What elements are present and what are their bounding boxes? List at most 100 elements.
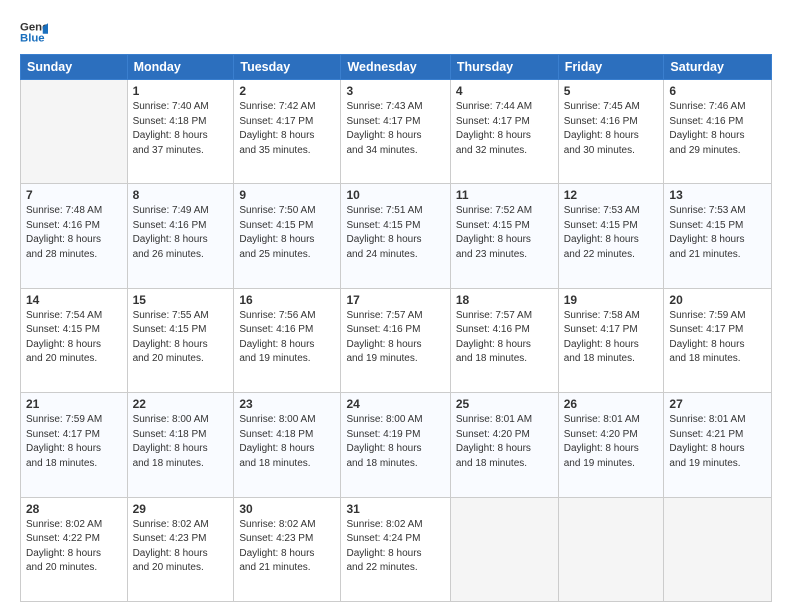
day-info: Sunrise: 7:57 AMSunset: 4:16 PMDaylight:… xyxy=(346,309,444,367)
week-row-2: 7 Sunrise: 7:48 AMSunset: 4:16 PMDaylight… xyxy=(21,184,772,288)
day-info: Sunrise: 8:01 AMSunset: 4:20 PMDaylight:… xyxy=(564,413,659,471)
day-number: 19 xyxy=(564,293,659,307)
calendar-cell: 13Sunrise: 7:53 AMSunset: 4:15 PMDayligh… xyxy=(664,184,772,288)
calendar-cell xyxy=(21,80,128,184)
week-row-5: 28 Sunrise: 8:02 AMSunset: 4:22 PMDayligh… xyxy=(21,497,772,601)
day-number: 8 xyxy=(133,188,229,202)
calendar-cell: 12 Sunrise: 7:53 AMSunset: 4:15 PMDayligh… xyxy=(558,184,664,288)
calendar-cell: 29Sunrise: 8:02 AMSunset: 4:23 PMDayligh… xyxy=(127,497,234,601)
day-info: Sunrise: 7:49 AMSunset: 4:16 PMDaylight:… xyxy=(133,204,229,262)
svg-text:Blue: Blue xyxy=(20,33,45,45)
calendar-cell: 31 Sunrise: 8:02 AMSunset: 4:24 PMDayligh… xyxy=(341,497,450,601)
day-number: 13 xyxy=(669,188,766,202)
calendar-cell: 2 Sunrise: 7:42 AMSunset: 4:17 PMDaylight… xyxy=(234,80,341,184)
calendar-cell: 21 Sunrise: 7:59 AMSunset: 4:17 PMDayligh… xyxy=(21,393,128,497)
logo: General Blue xyxy=(20,18,48,46)
day-info: Sunrise: 8:01 AMSunset: 4:20 PMDaylight:… xyxy=(456,413,553,471)
day-info: Sunrise: 8:00 AMSunset: 4:18 PMDaylight:… xyxy=(133,413,229,471)
day-number: 2 xyxy=(239,84,335,98)
day-number: 11 xyxy=(456,188,553,202)
calendar-cell: 9 Sunrise: 7:50 AMSunset: 4:15 PMDaylight… xyxy=(234,184,341,288)
calendar-cell: 26 Sunrise: 8:01 AMSunset: 4:20 PMDayligh… xyxy=(558,393,664,497)
day-info: Sunrise: 7:59 AMSunset: 4:17 PMDaylight:… xyxy=(26,413,122,471)
calendar-cell: 19 Sunrise: 7:58 AMSunset: 4:17 PMDayligh… xyxy=(558,288,664,392)
weekday-header-tuesday: Tuesday xyxy=(234,55,341,80)
day-info: Sunrise: 7:43 AMSunset: 4:17 PMDaylight:… xyxy=(346,100,444,158)
day-number: 7 xyxy=(26,188,122,202)
day-info: Sunrise: 8:02 AMSunset: 4:24 PMDaylight:… xyxy=(346,518,444,576)
day-info: Sunrise: 7:55 AMSunset: 4:15 PMDaylight:… xyxy=(133,309,229,367)
day-number: 25 xyxy=(456,397,553,411)
day-number: 5 xyxy=(564,84,659,98)
week-row-4: 21 Sunrise: 7:59 AMSunset: 4:17 PMDayligh… xyxy=(21,393,772,497)
weekday-header-thursday: Thursday xyxy=(450,55,558,80)
logo-icon: General Blue xyxy=(20,18,48,46)
day-info: Sunrise: 7:40 AMSunset: 4:18 PMDaylight:… xyxy=(133,100,229,158)
day-number: 26 xyxy=(564,397,659,411)
calendar-cell: 1 Sunrise: 7:40 AMSunset: 4:18 PMDaylight… xyxy=(127,80,234,184)
day-info: Sunrise: 8:01 AMSunset: 4:21 PMDaylight:… xyxy=(669,413,766,471)
day-info: Sunrise: 7:53 AMSunset: 4:15 PMDaylight:… xyxy=(564,204,659,262)
calendar-cell: 17 Sunrise: 7:57 AMSunset: 4:16 PMDayligh… xyxy=(341,288,450,392)
day-number: 28 xyxy=(26,502,122,516)
day-info: Sunrise: 8:02 AMSunset: 4:23 PMDaylight:… xyxy=(239,518,335,576)
day-number: 17 xyxy=(346,293,444,307)
day-number: 23 xyxy=(239,397,335,411)
calendar-cell: 23 Sunrise: 8:00 AMSunset: 4:18 PMDayligh… xyxy=(234,393,341,497)
calendar-cell: 4 Sunrise: 7:44 AMSunset: 4:17 PMDaylight… xyxy=(450,80,558,184)
day-number: 15 xyxy=(133,293,229,307)
weekday-header-row: SundayMondayTuesdayWednesdayThursdayFrid… xyxy=(21,55,772,80)
calendar-cell: 18Sunrise: 7:57 AMSunset: 4:16 PMDayligh… xyxy=(450,288,558,392)
calendar-cell: 3 Sunrise: 7:43 AMSunset: 4:17 PMDaylight… xyxy=(341,80,450,184)
day-number: 4 xyxy=(456,84,553,98)
calendar-cell: 22 Sunrise: 8:00 AMSunset: 4:18 PMDayligh… xyxy=(127,393,234,497)
header: General Blue xyxy=(20,18,772,46)
calendar-cell xyxy=(450,497,558,601)
day-info: Sunrise: 7:42 AMSunset: 4:17 PMDaylight:… xyxy=(239,100,335,158)
calendar-cell: 7 Sunrise: 7:48 AMSunset: 4:16 PMDaylight… xyxy=(21,184,128,288)
week-row-1: 1 Sunrise: 7:40 AMSunset: 4:18 PMDaylight… xyxy=(21,80,772,184)
day-info: Sunrise: 7:44 AMSunset: 4:17 PMDaylight:… xyxy=(456,100,553,158)
day-number: 16 xyxy=(239,293,335,307)
calendar-cell: 24 Sunrise: 8:00 AMSunset: 4:19 PMDayligh… xyxy=(341,393,450,497)
weekday-header-saturday: Saturday xyxy=(664,55,772,80)
day-number: 22 xyxy=(133,397,229,411)
calendar-cell: 25 Sunrise: 8:01 AMSunset: 4:20 PMDayligh… xyxy=(450,393,558,497)
calendar-cell: 20Sunrise: 7:59 AMSunset: 4:17 PMDayligh… xyxy=(664,288,772,392)
day-number: 21 xyxy=(26,397,122,411)
day-number: 27 xyxy=(669,397,766,411)
day-info: Sunrise: 8:00 AMSunset: 4:19 PMDaylight:… xyxy=(346,413,444,471)
day-number: 12 xyxy=(564,188,659,202)
weekday-header-friday: Friday xyxy=(558,55,664,80)
calendar-cell xyxy=(664,497,772,601)
day-info: Sunrise: 7:59 AMSunset: 4:17 PMDaylight:… xyxy=(669,309,766,367)
day-number: 14 xyxy=(26,293,122,307)
calendar-cell: 14 Sunrise: 7:54 AMSunset: 4:15 PMDayligh… xyxy=(21,288,128,392)
day-number: 10 xyxy=(346,188,444,202)
day-info: Sunrise: 7:57 AMSunset: 4:16 PMDaylight:… xyxy=(456,309,553,367)
day-number: 6 xyxy=(669,84,766,98)
day-info: Sunrise: 8:02 AMSunset: 4:23 PMDaylight:… xyxy=(133,518,229,576)
day-info: Sunrise: 7:45 AMSunset: 4:16 PMDaylight:… xyxy=(564,100,659,158)
day-info: Sunrise: 7:50 AMSunset: 4:15 PMDaylight:… xyxy=(239,204,335,262)
weekday-header-sunday: Sunday xyxy=(21,55,128,80)
weekday-header-monday: Monday xyxy=(127,55,234,80)
day-info: Sunrise: 7:54 AMSunset: 4:15 PMDaylight:… xyxy=(26,309,122,367)
calendar-cell: 6 Sunrise: 7:46 AMSunset: 4:16 PMDaylight… xyxy=(664,80,772,184)
day-info: Sunrise: 8:00 AMSunset: 4:18 PMDaylight:… xyxy=(239,413,335,471)
day-info: Sunrise: 7:58 AMSunset: 4:17 PMDaylight:… xyxy=(564,309,659,367)
day-info: Sunrise: 7:48 AMSunset: 4:16 PMDaylight:… xyxy=(26,204,122,262)
calendar-cell: 30 Sunrise: 8:02 AMSunset: 4:23 PMDayligh… xyxy=(234,497,341,601)
day-number: 30 xyxy=(239,502,335,516)
calendar-cell xyxy=(558,497,664,601)
day-number: 3 xyxy=(346,84,444,98)
day-number: 31 xyxy=(346,502,444,516)
day-number: 9 xyxy=(239,188,335,202)
day-info: Sunrise: 7:46 AMSunset: 4:16 PMDaylight:… xyxy=(669,100,766,158)
day-info: Sunrise: 8:02 AMSunset: 4:22 PMDaylight:… xyxy=(26,518,122,576)
calendar-table: SundayMondayTuesdayWednesdayThursdayFrid… xyxy=(20,54,772,602)
calendar-cell: 8 Sunrise: 7:49 AMSunset: 4:16 PMDaylight… xyxy=(127,184,234,288)
calendar-cell: 5 Sunrise: 7:45 AMSunset: 4:16 PMDaylight… xyxy=(558,80,664,184)
day-number: 1 xyxy=(133,84,229,98)
day-number: 24 xyxy=(346,397,444,411)
